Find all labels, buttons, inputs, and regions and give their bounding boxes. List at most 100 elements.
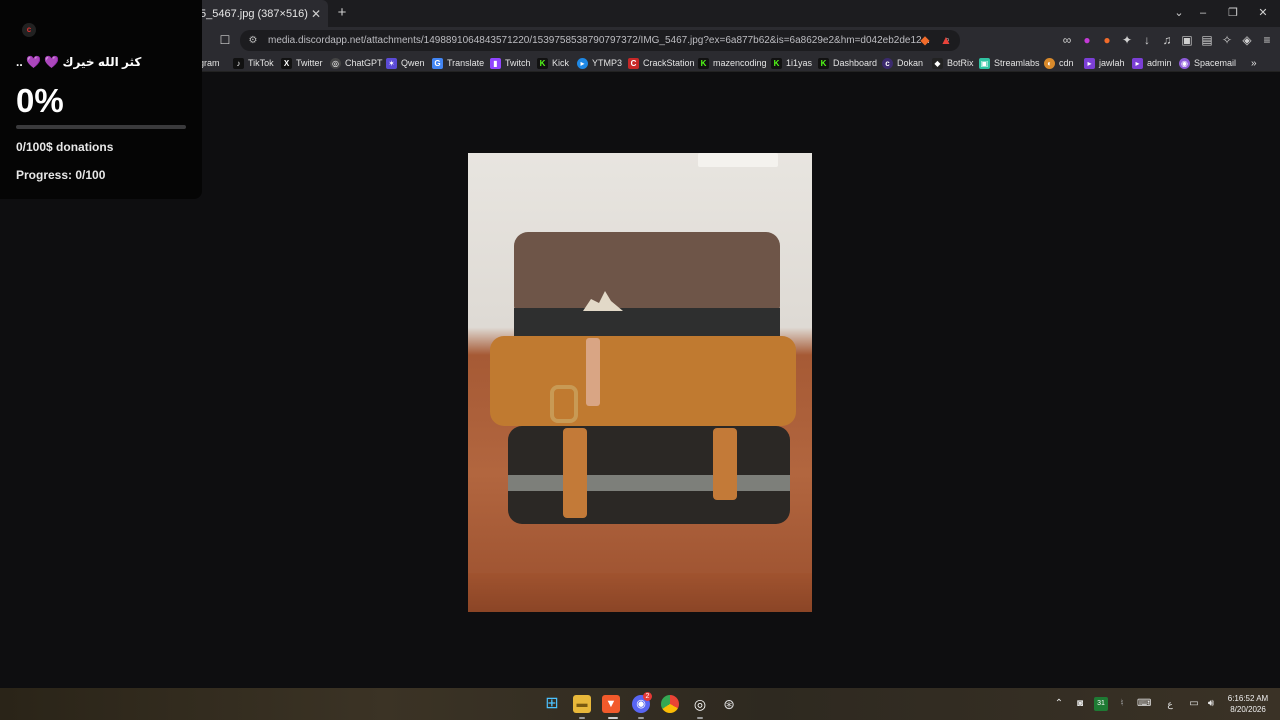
donations-count: 0/100$ donations	[16, 140, 114, 154]
streamlabs-icon: ▣	[979, 57, 990, 69]
steam-icon[interactable]: ⊛	[720, 695, 738, 713]
bookmark-item[interactable]: G Translate	[432, 56, 484, 70]
minimize-button[interactable]: –	[1193, 4, 1213, 22]
kick-icon: K	[818, 57, 829, 69]
bookmark-item[interactable]: ◐ cdn	[1044, 56, 1074, 70]
bookmark-item[interactable]: K 1i1yas	[771, 56, 812, 70]
site-settings-icon[interactable]: ⚙	[246, 35, 260, 46]
bookmark-item[interactable]: C CrackStation	[628, 56, 695, 70]
leather-strap	[563, 428, 587, 518]
address-bar[interactable]: ⚙ media.discordapp.net/attachments/14988…	[240, 30, 960, 51]
streamlabs-logo-icon: c	[22, 23, 36, 37]
microphone-icon[interactable]: ♮	[1115, 697, 1129, 711]
cdn-icon: ◐	[1044, 57, 1055, 69]
more-bookmarks-icon[interactable]: »	[1251, 56, 1257, 70]
bookmark-item[interactable]: ▸ YTMP3	[577, 56, 622, 70]
file-explorer-icon[interactable]: ▬	[573, 695, 591, 713]
twitch-icon: ▮	[490, 57, 501, 69]
new-tab-button[interactable]: +	[333, 4, 351, 22]
input-language[interactable]: ع	[1163, 697, 1177, 711]
url-text: media.discordapp.net/attachments/1498891…	[268, 35, 930, 46]
tab-active[interactable]: 5_5467.jpg (387×516) ✕	[192, 0, 328, 27]
running-indicator	[638, 717, 644, 719]
leather-strap	[713, 428, 737, 500]
bookmark-icon[interactable]: ☐	[217, 32, 233, 48]
dokan-icon: c	[882, 57, 893, 69]
wall-switches	[698, 153, 778, 167]
kick-icon: K	[771, 57, 782, 69]
crackstation-icon: C	[628, 57, 639, 69]
spacemail-icon: ◉	[1179, 57, 1190, 69]
taskbar: ⊞ ▬ ▼ ◉ 2 ◎ ⊛ ⌃ ◙ 31 ♮ ⌨ ع ▭ 🔊︎ 6:16:52 …	[0, 688, 1280, 720]
bookmark-item[interactable]: ◆ BotRix	[932, 56, 974, 70]
bookmark-item[interactable]: ◉ Spacemail	[1179, 56, 1236, 70]
jawlah-icon: ▸	[1084, 57, 1095, 69]
discord-badge: 2	[643, 692, 652, 701]
extension-u-icon[interactable]: ●	[1079, 32, 1095, 48]
luggage-tag-strap	[586, 338, 600, 406]
chatgpt-icon: ◎	[330, 57, 341, 69]
keyboard-icon[interactable]: ⌨	[1137, 697, 1151, 711]
admin-icon: ▸	[1132, 57, 1143, 69]
clock-date: 8/20/2026	[1230, 705, 1266, 714]
tiktok-icon: ♪	[233, 57, 244, 69]
close-window-button[interactable]: ✕	[1253, 4, 1273, 22]
bookmark-item[interactable]: ▸ jawlah	[1084, 56, 1125, 70]
vpn-shield-icon[interactable]: ◈	[1239, 32, 1255, 48]
displayed-image	[468, 153, 812, 612]
tab-search-icon[interactable]: ⌄	[1169, 4, 1189, 22]
donation-goal-widget: c كثر الله خيرك 💜 💜 .. 0% 0/100$ donatio…	[0, 0, 202, 199]
tab-title: 5_5467.jpg (387×516)	[200, 7, 308, 20]
x-icon: X	[281, 57, 292, 69]
qwen-icon: ✶	[386, 57, 397, 69]
chrome-icon[interactable]	[661, 695, 679, 713]
bookmark-item[interactable]: c Dokan	[882, 56, 923, 70]
obs-icon[interactable]: ◎	[691, 695, 709, 713]
extension-fire-icon[interactable]: ●	[1099, 32, 1115, 48]
brave-rewards-icon[interactable]: ▲	[938, 32, 954, 48]
windows-start-icon[interactable]: ⊞	[543, 695, 561, 713]
music-icon[interactable]: ♫	[1159, 32, 1175, 48]
running-indicator	[579, 717, 585, 719]
bookmark-item[interactable]: ▣ Streamlabs	[979, 56, 1040, 70]
bookmark-item[interactable]: ▮ Twitch	[490, 56, 531, 70]
translate-icon: G	[432, 57, 443, 69]
bookmark-item[interactable]: ♪ TikTok	[233, 56, 274, 70]
suitcase-rim	[508, 475, 790, 491]
ytmp3-icon: ▸	[577, 57, 588, 69]
clock[interactable]: 6:16:52 AM 8/20/2026	[1222, 693, 1274, 715]
middle-suitcase	[490, 336, 796, 426]
discord-tray-icon[interactable]: ◙	[1073, 697, 1087, 711]
volume-icon[interactable]: 🔊︎	[1204, 697, 1218, 711]
progress-text: Progress: 0/100	[16, 168, 106, 182]
restore-button[interactable]: ❐	[1223, 4, 1243, 22]
bookmark-item[interactable]: K Kick	[537, 56, 569, 70]
botrix-icon: ◆	[932, 57, 943, 69]
download-icon[interactable]: ↓	[1139, 32, 1155, 48]
bookmark-item[interactable]: ◎ ChatGPT	[330, 56, 383, 70]
menu-icon[interactable]: ≡	[1259, 32, 1275, 48]
top-suitcase	[514, 232, 780, 312]
show-hidden-icons[interactable]: ⌃	[1052, 697, 1066, 711]
close-tab-icon[interactable]: ✕	[308, 7, 324, 21]
buckle	[550, 385, 578, 423]
kick-icon: K	[698, 57, 709, 69]
leo-ai-icon[interactable]: ✧	[1219, 32, 1235, 48]
wallet-icon[interactable]: ▤	[1199, 32, 1215, 48]
bookmark-item[interactable]: X Twitter	[281, 56, 323, 70]
brave-browser-icon[interactable]: ▼	[602, 695, 620, 713]
glasses-icon[interactable]: ∞	[1059, 32, 1075, 48]
bookmark-item[interactable]: K Dashboard	[818, 56, 877, 70]
sidebar-icon[interactable]: ▣	[1179, 32, 1195, 48]
extensions-icon[interactable]: ✦	[1119, 32, 1135, 48]
running-indicator	[697, 717, 703, 719]
bookmark-item[interactable]: ✶ Qwen	[386, 56, 425, 70]
bookmark-item[interactable]: ▸ admin	[1132, 56, 1172, 70]
brave-shield-icon[interactable]: ◆	[917, 32, 933, 48]
calendar-tray-icon[interactable]: 31	[1094, 697, 1108, 711]
running-indicator	[608, 717, 618, 719]
network-icon[interactable]: ▭	[1187, 697, 1201, 711]
kick-icon: K	[537, 57, 548, 69]
bookmark-item[interactable]: Kmazencoding	[698, 56, 767, 70]
clock-time: 6:16:52 AM	[1227, 694, 1269, 703]
